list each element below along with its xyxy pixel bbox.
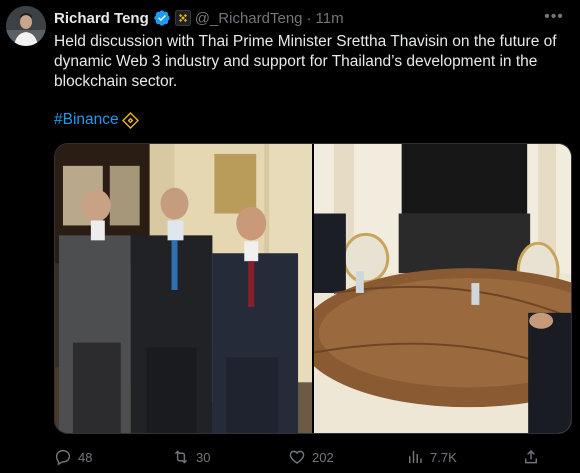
reply-icon [54, 448, 72, 466]
retweet-icon [172, 448, 190, 466]
hashtag-link[interactable]: #Binance [54, 111, 119, 129]
like-button[interactable]: 202 [288, 446, 334, 468]
view-count: 7.7K [430, 449, 457, 465]
photo-group[interactable] [55, 144, 312, 433]
views-button[interactable]: 7.7K [406, 446, 457, 468]
verified-badge-icon [153, 9, 171, 27]
tweet-timestamp[interactable]: 11m [316, 10, 344, 27]
heart-icon [288, 448, 306, 466]
photo-meeting-room[interactable] [314, 144, 571, 433]
binance-logo-icon [121, 111, 139, 129]
share-icon [522, 448, 540, 466]
tweet-text: Held discussion with Thai Prime Minister… [54, 33, 557, 90]
reply-count: 48 [78, 449, 93, 465]
separator-dot: · [306, 9, 312, 27]
tweet-header: Richard Teng @_RichardTeng · 11m [54, 8, 344, 28]
more-options-icon[interactable]: ••• [542, 8, 566, 26]
analytics-icon [406, 448, 424, 466]
author-handle[interactable]: @_RichardTeng [195, 10, 303, 27]
reply-button[interactable]: 48 [54, 446, 92, 468]
tweet-card[interactable]: Richard Teng @_RichardTeng · 11m ••• Hel… [0, 0, 580, 473]
like-count: 202 [312, 449, 334, 465]
avatar[interactable] [6, 6, 46, 46]
binance-logo-icon[interactable] [174, 10, 191, 26]
media-gallery [54, 143, 572, 434]
author-display-name[interactable]: Richard Teng [54, 10, 149, 27]
action-bar: 48 30 202 7.7K [54, 446, 572, 468]
share-button[interactable] [522, 446, 540, 468]
retweet-button[interactable]: 30 [172, 446, 210, 468]
retweet-count: 30 [196, 449, 211, 465]
hashtag-line: #Binance [54, 111, 139, 129]
